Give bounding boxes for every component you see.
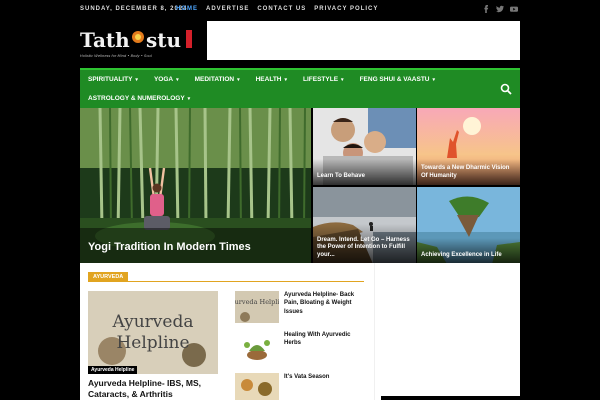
featured-tile[interactable]: Dream. Intend. Let Go – Harness the Powe… bbox=[313, 187, 416, 264]
twitter-icon[interactable] bbox=[496, 5, 504, 13]
top-menu-privacy[interactable]: PRIVACY POLICY bbox=[314, 6, 378, 12]
logo-mark: Tath stu Holistic Wellness for Mind • Bo… bbox=[80, 28, 192, 58]
side-post-title[interactable]: It's Vata Season bbox=[284, 373, 366, 381]
top-menu: HOME ADVERTISE CONTACT US PRIVACY POLICY bbox=[176, 6, 378, 12]
chevron-down-icon: ▾ bbox=[237, 76, 240, 83]
search-icon[interactable] bbox=[500, 83, 512, 95]
nav-item-astrology[interactable]: ASTROLOGY & NUMEROLOGY ▾ bbox=[80, 89, 198, 108]
svg-text:stu: stu bbox=[146, 28, 181, 52]
tile-title[interactable]: Dream. Intend. Let Go – Harness the Powe… bbox=[317, 237, 412, 260]
nav-item-meditation[interactable]: MEDITATION ▾ bbox=[187, 70, 248, 89]
tile-title[interactable]: Achieving Excellence in Life bbox=[421, 252, 516, 260]
side-post-thumbnail[interactable] bbox=[235, 331, 279, 363]
thumb-art-line: Ayurveda bbox=[112, 312, 194, 332]
right-sidebar bbox=[374, 263, 520, 400]
chevron-down-icon: ▾ bbox=[341, 76, 344, 83]
top-menu-home[interactable]: HOME bbox=[176, 6, 198, 12]
nav-item-health[interactable]: HEALTH ▾ bbox=[248, 70, 295, 89]
chevron-down-icon: ▾ bbox=[432, 76, 436, 83]
nav-item-lifestyle[interactable]: LIFESTYLE ▾ bbox=[295, 70, 352, 89]
featured-main-title[interactable]: Yogi Tradition In Modern Times bbox=[88, 241, 251, 253]
tile-title[interactable]: Learn To Behave bbox=[317, 173, 412, 181]
category-section: AYURVEDA Ayurveda Helpline Ayurveda Help… bbox=[80, 263, 520, 400]
side-post-title[interactable]: Ayurveda Helpline- Back Pain, Bloating &… bbox=[284, 291, 366, 316]
main-post-title[interactable]: Ayurveda Helpline- IBS, MS, Cataracts, &… bbox=[88, 378, 228, 399]
side-post-thumbnail[interactable]: Ayurveda Helpline bbox=[235, 291, 279, 323]
featured-main-post[interactable]: Yogi Tradition In Modern Times bbox=[80, 108, 311, 263]
youtube-icon[interactable] bbox=[510, 5, 518, 13]
header-ad-banner[interactable] bbox=[207, 21, 520, 60]
top-bar: SUNDAY, DECEMBER 8, 2024 HOME ADVERTISE … bbox=[0, 0, 600, 20]
site-header: Tath stu Holistic Wellness for Mind • Bo… bbox=[0, 20, 600, 68]
nav-item-yoga[interactable]: YOGA ▾ bbox=[146, 70, 187, 89]
category-divider bbox=[88, 281, 364, 282]
chevron-down-icon: ▾ bbox=[187, 95, 191, 102]
main-post-thumbnail[interactable]: Ayurveda Helpline Ayurveda Helpline bbox=[88, 291, 218, 374]
nav-item-spirituality[interactable]: SPIRITUALITY ▾ bbox=[80, 70, 146, 89]
sidebar-widget-header bbox=[381, 396, 520, 400]
featured-main-image bbox=[80, 108, 311, 263]
chevron-down-icon: ▾ bbox=[135, 76, 138, 83]
nav-item-feng-shui[interactable]: FENG SHUI & VAASTU ▾ bbox=[352, 70, 443, 89]
side-post[interactable]: It's Vata Season bbox=[235, 373, 365, 400]
side-thumb-text: Ayurveda Helpline bbox=[235, 298, 279, 306]
tile-title[interactable]: Towards a New Dharmic Vision Of Humanity bbox=[421, 165, 516, 181]
thumb-label[interactable]: Ayurveda Helpline bbox=[88, 366, 138, 374]
chevron-down-icon: ▾ bbox=[176, 76, 179, 83]
side-post[interactable]: Ayurveda Helpline Ayurveda Helpline- Bac… bbox=[235, 291, 365, 323]
featured-tile[interactable]: Achieving Excellence in Life bbox=[417, 187, 520, 264]
featured-tile[interactable]: Towards a New Dharmic Vision Of Humanity bbox=[417, 108, 520, 185]
current-date: SUNDAY, DECEMBER 8, 2024 bbox=[80, 6, 188, 12]
svg-text:Holistic Wellness for Mind • B: Holistic Wellness for Mind • Body • Soul bbox=[80, 54, 152, 58]
site-logo[interactable]: Tath stu Holistic Wellness for Mind • Bo… bbox=[80, 26, 200, 66]
top-menu-contact[interactable]: CONTACT US bbox=[257, 6, 306, 12]
thumb-art-line: Helpline bbox=[116, 333, 189, 353]
featured-tile[interactable]: Learn To Behave bbox=[313, 108, 416, 185]
side-post[interactable]: Healing With Ayurvedic Herbs bbox=[235, 331, 365, 363]
top-menu-advertise[interactable]: ADVERTISE bbox=[206, 6, 249, 12]
main-post-image: Ayurveda Helpline bbox=[88, 291, 218, 374]
main-navigation: SPIRITUALITY ▾ YOGA ▾ MEDITATION ▾ HEALTH ▾ … bbox=[80, 68, 520, 108]
side-post-title[interactable]: Healing With Ayurvedic Herbs bbox=[284, 331, 366, 348]
facebook-icon[interactable] bbox=[482, 5, 490, 13]
svg-text:Tath: Tath bbox=[80, 28, 130, 52]
side-post-thumbnail[interactable] bbox=[235, 373, 279, 400]
social-links bbox=[482, 5, 518, 13]
chevron-down-icon: ▾ bbox=[284, 76, 288, 83]
